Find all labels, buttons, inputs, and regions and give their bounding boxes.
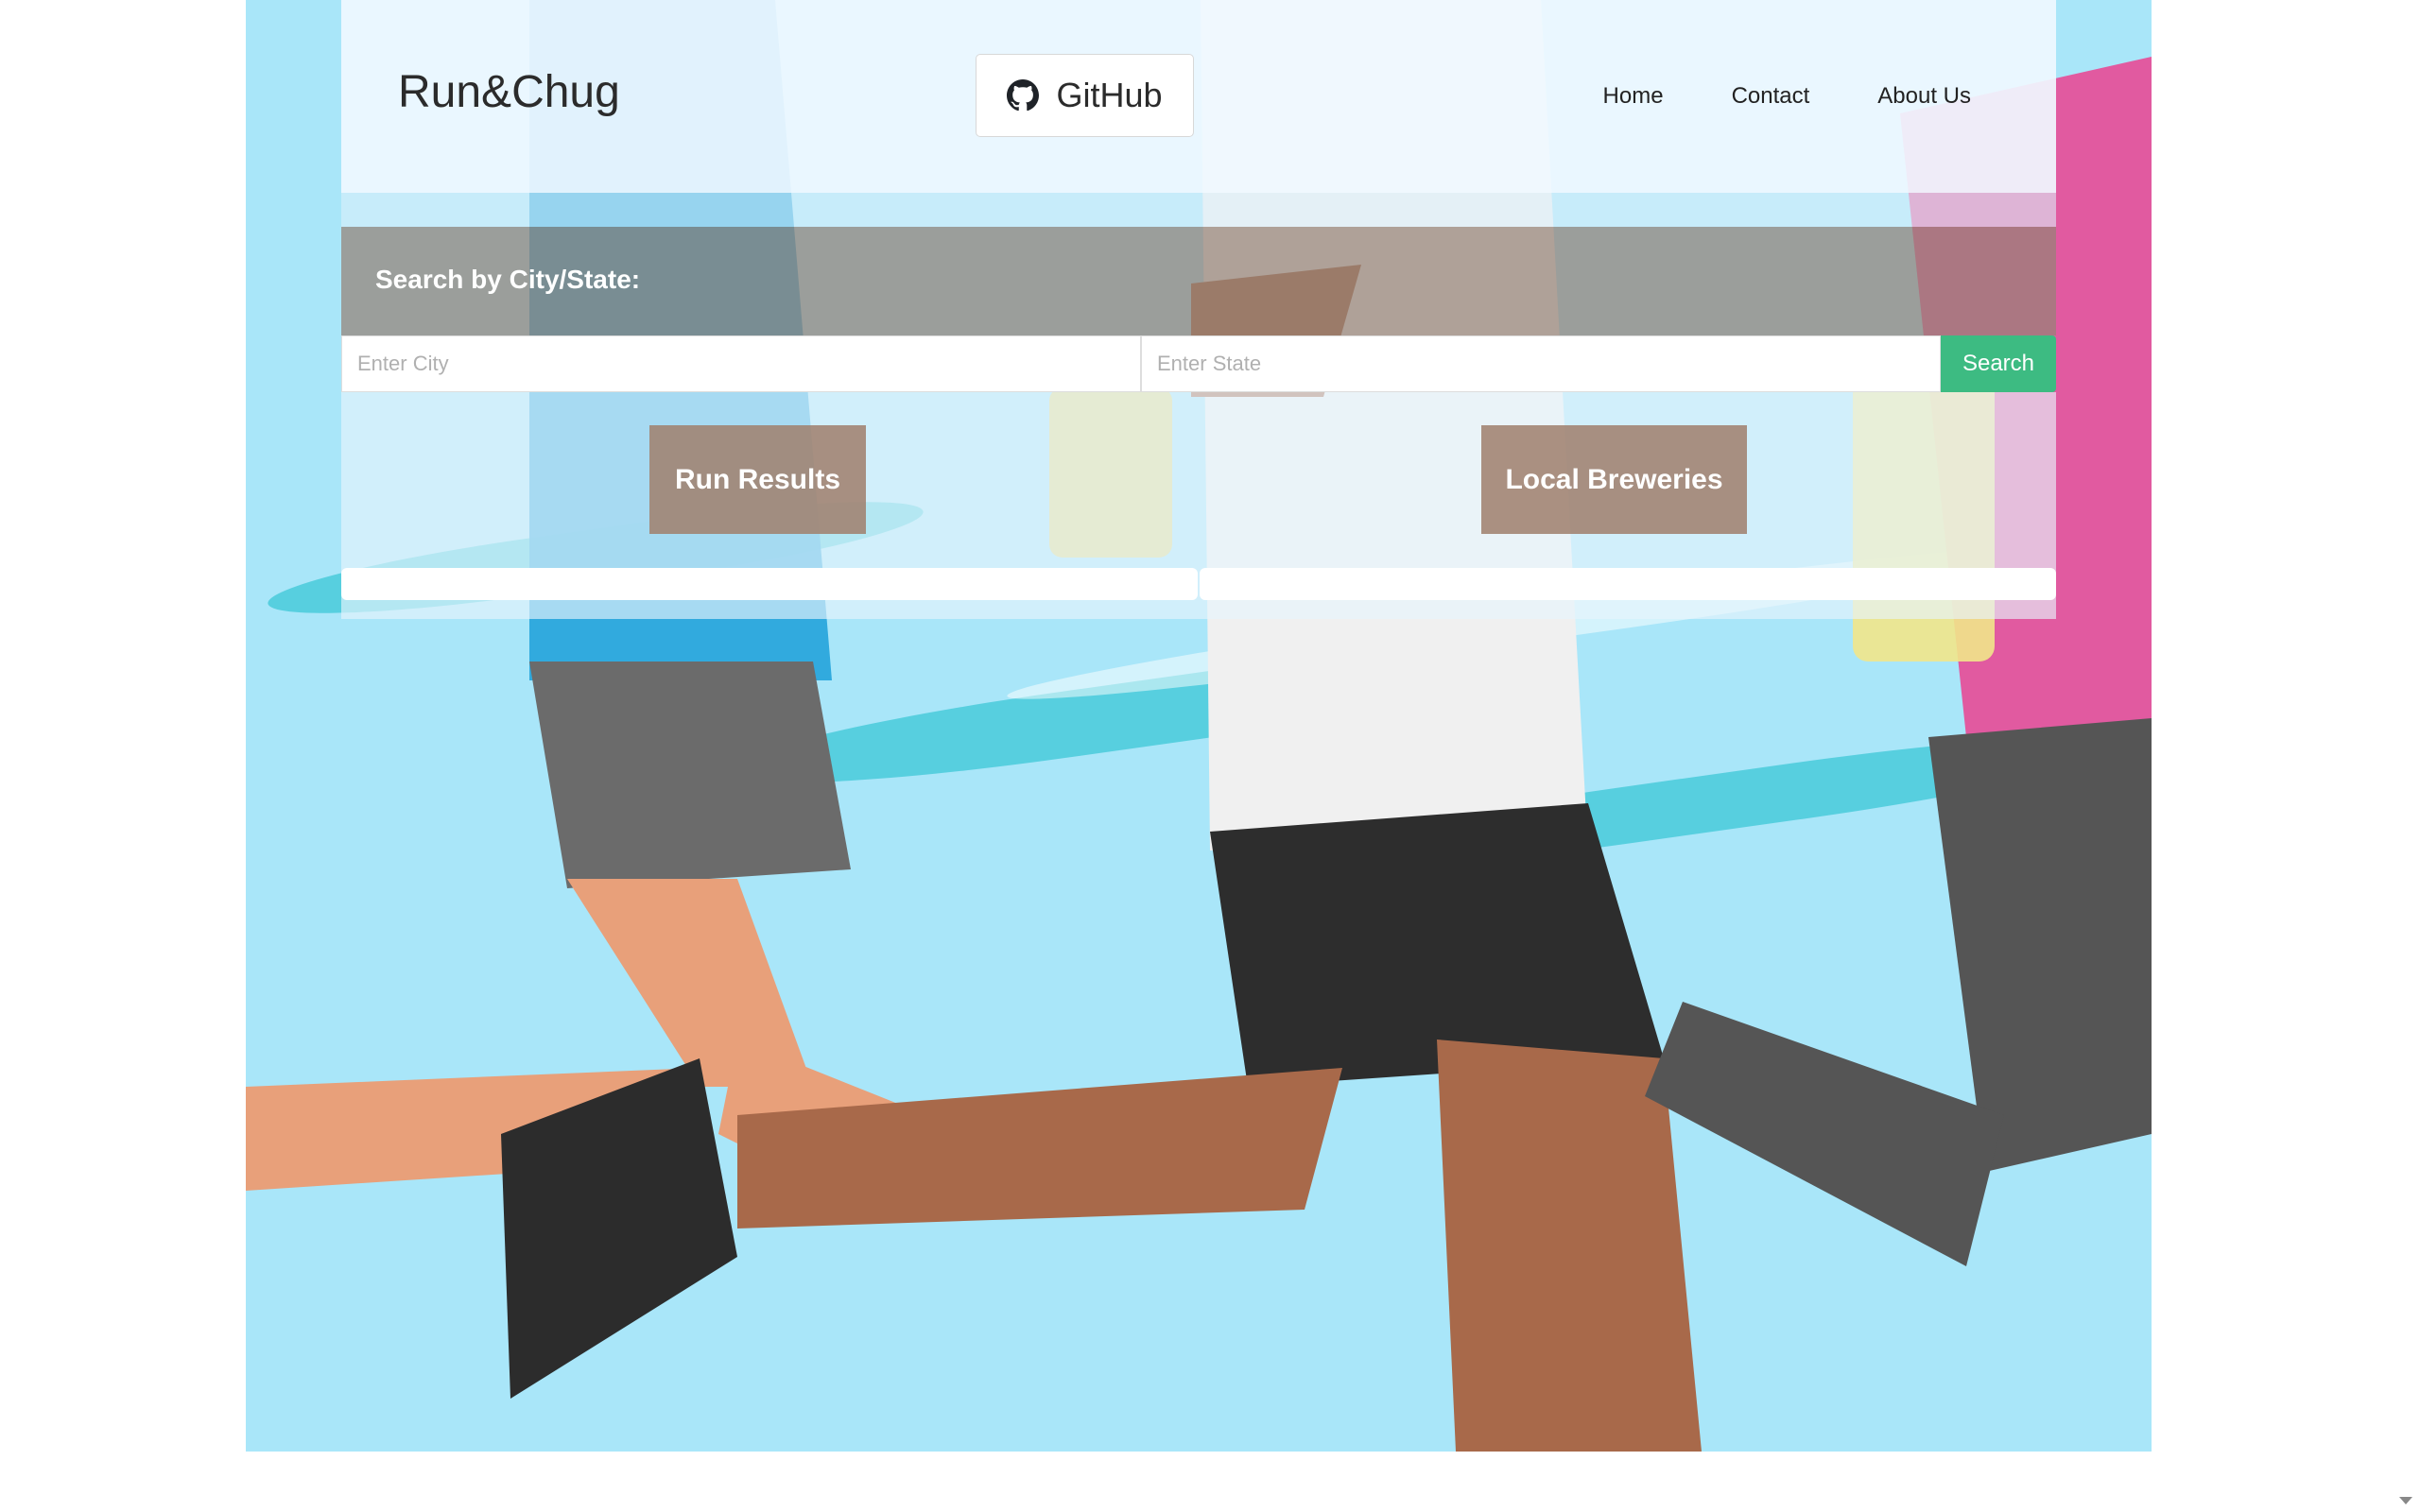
nav-home[interactable]: Home: [1603, 83, 1664, 110]
github-label: GitHub: [1056, 76, 1163, 114]
state-input[interactable]: [1141, 335, 1941, 392]
nav-about-us[interactable]: About Us: [1877, 83, 1971, 110]
run-results-list: [341, 568, 1198, 600]
search-header: Search by City/State:: [341, 227, 2056, 335]
github-icon: [1007, 79, 1040, 112]
scroll-down-arrow-icon[interactable]: [2399, 1497, 2412, 1504]
search-row: Search: [341, 335, 2056, 392]
nav-spacer: [341, 193, 2056, 227]
local-breweries-button[interactable]: Local Breweries: [1481, 425, 1747, 534]
search-title: Search by City/State:: [375, 265, 641, 294]
nav-links: Home Contact About Us: [1603, 83, 1971, 110]
results-area: Run Results Local Breweries: [341, 392, 2056, 619]
main-container: Run&Chug GitHub Home Contact About Us Se…: [341, 0, 2056, 619]
breweries-results-list: [1200, 568, 2056, 600]
nav-contact[interactable]: Contact: [1732, 83, 1810, 110]
city-input[interactable]: [341, 335, 1141, 392]
brand-logo[interactable]: Run&Chug: [398, 66, 620, 118]
github-button[interactable]: GitHub: [976, 54, 1194, 137]
run-results-button[interactable]: Run Results: [649, 425, 866, 534]
navbar: Run&Chug GitHub Home Contact About Us: [341, 0, 2056, 193]
search-button[interactable]: Search: [1941, 335, 2056, 392]
